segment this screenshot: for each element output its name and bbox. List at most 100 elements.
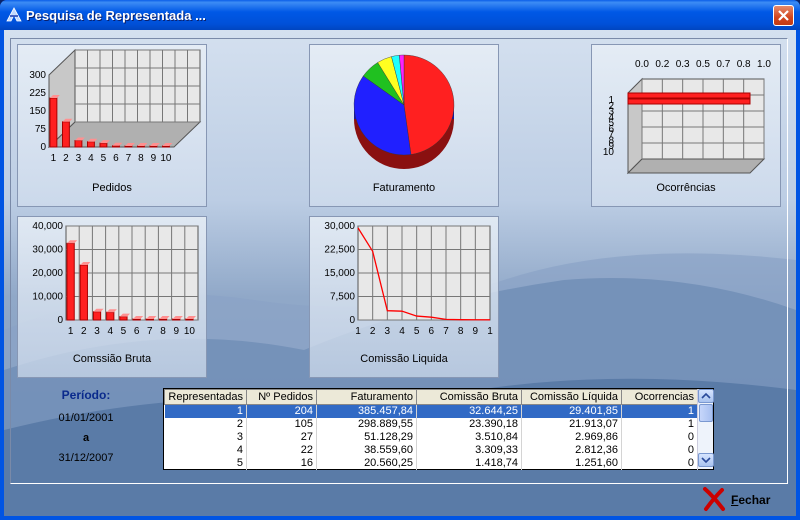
chart-floor	[47, 121, 202, 148]
table-cell: 29.401,85	[521, 404, 622, 418]
col-header-representadas[interactable]: Representadas	[164, 389, 247, 405]
bar	[158, 318, 168, 321]
col-header-ocorrencias[interactable]: Ocorrencias	[621, 389, 698, 405]
close-button[interactable]	[773, 5, 794, 26]
table-row[interactable]: 3 27 51.128,29 3.510,84 2.969,86 0	[164, 430, 698, 444]
y-tick-label: 75	[35, 124, 47, 135]
y-tick-label: 15,000	[324, 268, 355, 279]
ocorrencias-chart-svg: 0.0 0.2 0.3 0.5 0.7 0.8 1.012345678910	[603, 59, 771, 175]
bar	[162, 145, 170, 148]
table-cell: 38.559,60	[316, 443, 417, 457]
y-tick-label: 7,500	[330, 292, 355, 303]
bar	[79, 264, 88, 321]
bar	[106, 311, 115, 321]
period-title: Período:	[61, 388, 111, 402]
fechar-button[interactable]: Fechar	[697, 486, 787, 512]
results-table: Representadas Nº Pedidos Faturamento Com…	[164, 389, 698, 470]
table-cell: 0	[621, 443, 698, 457]
table-cell: 5	[164, 456, 247, 470]
close-icon	[778, 10, 789, 21]
bar	[92, 311, 102, 321]
bar	[149, 145, 158, 148]
x-tick-label: 8	[138, 153, 144, 164]
chart-floor	[626, 158, 766, 174]
arrow-up-icon	[701, 392, 711, 399]
period-separator: a	[82, 432, 90, 444]
results-grid[interactable]: Representadas Nº Pedidos Faturamento Com…	[163, 388, 714, 470]
table-cell: 1	[621, 404, 698, 418]
table-cell: 3.510,84	[416, 430, 522, 444]
table-cell: 105	[246, 417, 317, 431]
x-tick-label: 0.2	[655, 59, 669, 70]
table-cell: 2.969,86	[521, 430, 622, 444]
chart-comissao-bruta: 40,000 30,000 20,000 10,000 0 1 2 3 4 5 6 7 8 9 10 Com…	[17, 216, 207, 378]
vertical-scrollbar[interactable]	[697, 389, 714, 469]
main-window: Pesquisa de Representada ... 300 225 150 75…	[0, 0, 800, 520]
x-tick-label: 6	[429, 326, 435, 337]
col-header-comissao-liquida[interactable]: Comissão Líquida	[521, 389, 622, 405]
x-tick-label: 1	[487, 326, 493, 337]
table-cell: 0	[621, 430, 698, 444]
scroll-thumb[interactable]	[699, 404, 713, 422]
red-x-icon	[703, 487, 725, 511]
comissao-bruta-label: Comssião Bruta	[72, 353, 152, 365]
scroll-up-button[interactable]	[698, 389, 714, 403]
table-row[interactable]: 5 16 20.560,25 1.418,74 1.251,60 0	[164, 456, 698, 470]
bar	[124, 145, 133, 148]
arrow-down-icon	[701, 457, 711, 464]
table-row[interactable]: 2 105 298.889,55 23.390,18 21.913,07 1	[164, 417, 698, 431]
bar	[49, 97, 58, 148]
pedidos-chart-svg: 300 225 150 75 01 2 3 4 5 6 7 8 9 10	[29, 48, 202, 164]
x-tick-label: 5	[414, 326, 420, 337]
y-tick-label: 0	[57, 315, 63, 326]
y-tick-label: 225	[29, 88, 46, 99]
content-frame: 300 225 150 75 0 1 2 3 4 5 6 7 8 9 10 Pedidos Faturame…	[10, 38, 788, 484]
chart-pedidos: 300 225 150 75 0 1 2 3 4 5 6 7 8 9 10 Pedidos	[17, 44, 207, 207]
table-row[interactable]: 1 204 385.457,84 32.644,25 29.401,85 1	[164, 404, 698, 418]
period-from: 01/01/2001	[58, 412, 114, 424]
table-cell: 32.644,25	[416, 404, 522, 418]
col-header-pedidos[interactable]: Nº Pedidos	[246, 389, 317, 405]
x-tick-label: 5	[101, 153, 107, 164]
table-cell: 2.812,36	[521, 443, 622, 457]
x-tick-label: 10	[160, 153, 172, 164]
x-tick-label: 3	[94, 326, 100, 337]
x-tick-label: 2	[370, 326, 376, 337]
x-tick-label: 3	[76, 153, 82, 164]
col-header-faturamento[interactable]: Faturamento	[316, 389, 417, 405]
x-tick-label: 0.8	[737, 59, 751, 70]
table-cell: 385.457,84	[316, 404, 417, 418]
table-row[interactable]: 4 22 38.559,60 3.309,33 2.812,36 0	[164, 443, 698, 457]
bar	[62, 121, 70, 148]
table-header-row: Representadas Nº Pedidos Faturamento Com…	[164, 389, 698, 405]
table-cell: 22	[246, 443, 317, 457]
y-tick-label: 150	[29, 106, 46, 117]
comissao-bruta-chart-svg: 40,000 30,000 20,000 10,000 01 2 3 4 5 6 7 8 9 10	[32, 221, 199, 337]
bar	[172, 318, 181, 321]
table-cell: 3	[164, 430, 247, 444]
faturamento-label: Faturamento	[372, 182, 436, 194]
x-tick-label: 0.3	[676, 59, 690, 70]
chart-faturamento: Faturamento	[309, 44, 499, 207]
table-cell: 21.913,07	[521, 417, 622, 431]
x-tick-label: 9	[473, 326, 479, 337]
chart-comissao-liquida: 30,000 22,500 15,000 7,500 0 1 2 3 4 5 6 7 8 9 1 Comis…	[309, 216, 499, 378]
x-tick-label: 2	[81, 326, 87, 337]
x-tick-label: 2	[63, 153, 69, 164]
table-cell: 1	[164, 404, 247, 418]
x-tick-label: 9	[151, 153, 157, 164]
table-cell: 23.390,18	[416, 417, 522, 431]
col-header-comissao-bruta[interactable]: Comissão Bruta	[416, 389, 522, 405]
chart-ocorrencias: 0.0 0.2 0.3 0.5 0.7 0.8 1.0 1 2 3 4 5 6 7 8 9 10 Ocorrên…	[591, 44, 781, 207]
x-tick-label: 7	[147, 326, 153, 337]
scroll-down-button[interactable]	[698, 453, 714, 467]
table-cell: 2	[164, 417, 247, 431]
bar	[99, 142, 108, 148]
table-cell: 27	[246, 430, 317, 444]
title-bar[interactable]: Pesquisa de Representada ...	[0, 0, 800, 30]
x-tick-label: 0.0	[635, 59, 649, 70]
bar	[145, 318, 154, 321]
y-tick-label: 300	[29, 70, 46, 81]
y-tick-label: 40,000	[32, 221, 63, 232]
x-tick-label: 4	[88, 153, 94, 164]
